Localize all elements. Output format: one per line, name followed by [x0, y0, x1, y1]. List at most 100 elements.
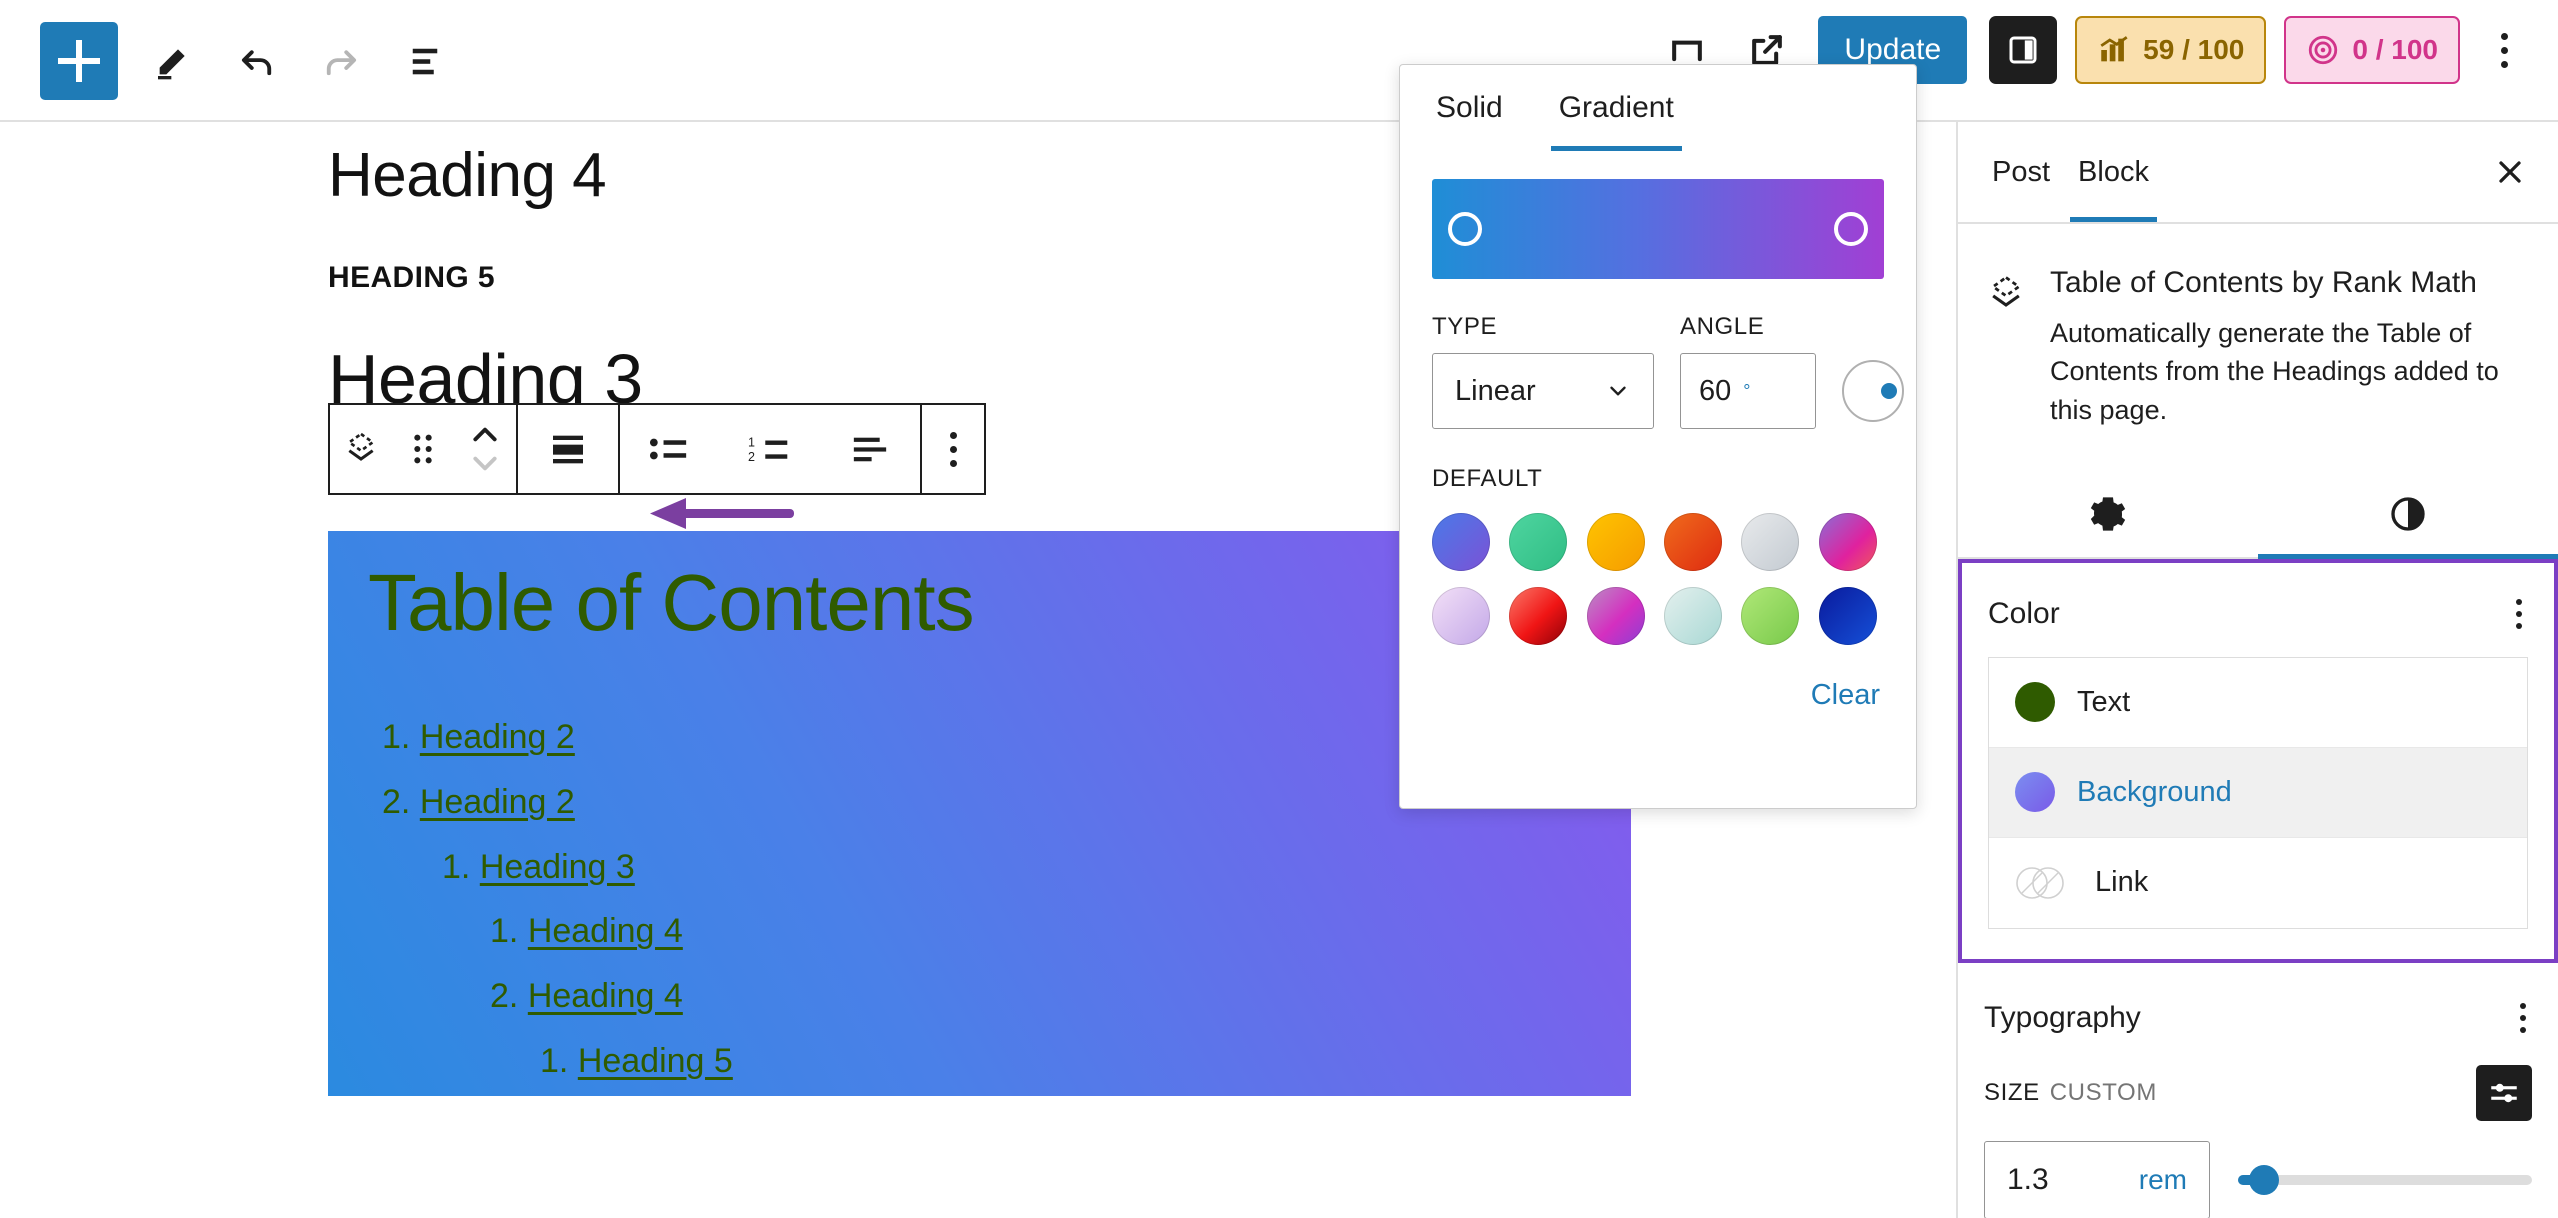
gradient-swatch[interactable] [1432, 513, 1490, 571]
gradient-swatch[interactable] [1664, 587, 1722, 645]
toc-item-link[interactable]: Heading 3 [480, 848, 635, 886]
toc-item-link[interactable]: Heading 4 [528, 977, 683, 1015]
typography-panel-options-icon[interactable] [2514, 997, 2532, 1039]
block-toolbar-group-primary [330, 405, 516, 493]
block-description: Automatically generate the Table of Cont… [2050, 314, 2522, 429]
edit-pencil-icon[interactable] [144, 32, 202, 90]
font-size-input[interactable]: 1.3 rem [1984, 1141, 2210, 1218]
list-item[interactable]: 1. Heading 3 [442, 847, 1591, 888]
gradient-type-select[interactable]: Linear [1432, 353, 1654, 429]
gradient-swatch[interactable] [1819, 513, 1877, 571]
clear-button[interactable]: Clear [1811, 679, 1880, 711]
tab-solid[interactable]: Solid [1436, 91, 1503, 151]
indent-icon[interactable] [820, 405, 920, 493]
tab-styles-contrast-icon[interactable] [2258, 471, 2558, 557]
bullet-list-icon[interactable] [620, 405, 720, 493]
tab-settings-gear-icon[interactable] [1958, 471, 2258, 557]
toc-item-number: 1. [442, 847, 470, 888]
close-icon[interactable] [2482, 144, 2538, 200]
degree-symbol: ° [1743, 381, 1750, 402]
link-color-swatch [2015, 863, 2073, 903]
type-label: TYPE [1432, 313, 1654, 341]
gradient-swatch[interactable] [1432, 587, 1490, 645]
gradient-swatch[interactable] [1741, 587, 1799, 645]
clear-gradient-row: Clear [1400, 679, 1880, 712]
block-info-text: Table of Contents by Rank Math Automatic… [2050, 266, 2522, 429]
list-item[interactable]: 1. Heading 4 [490, 911, 1591, 952]
size-mode-label: CUSTOM [2050, 1079, 2157, 1107]
list-item[interactable]: 1. Heading 5 [540, 1041, 1591, 1082]
tab-post[interactable]: Post [1978, 122, 2064, 222]
settings-sidebar: Post Block Table of Contents by Rank Mat… [1956, 122, 2558, 1218]
list-view-icon[interactable] [396, 32, 454, 90]
gradient-swatch[interactable] [1587, 587, 1645, 645]
gradient-stop-handle-end[interactable] [1834, 212, 1868, 246]
font-size-unit[interactable]: rem [2139, 1164, 2187, 1196]
angle-label: ANGLE [1680, 313, 1904, 341]
gradient-stop-handle-start[interactable] [1448, 212, 1482, 246]
tab-gradient[interactable]: Gradient [1559, 91, 1674, 151]
block-title: Table of Contents by Rank Math [2050, 266, 2522, 300]
list-item[interactable]: 2. Heading 4 [490, 976, 1591, 1017]
toc-item-number: 2. [382, 782, 410, 823]
move-updown-icon[interactable] [454, 405, 516, 493]
angle-dial-picker[interactable] [1842, 360, 1904, 422]
gradient-type-field: TYPE Linear [1432, 313, 1654, 429]
redo-icon[interactable] [312, 32, 370, 90]
more-options-icon[interactable] [922, 405, 984, 493]
gradient-type-value: Linear [1455, 375, 1536, 408]
gradient-swatch[interactable] [1819, 587, 1877, 645]
sidebar-icon-tabs [1958, 471, 2558, 559]
seo-score-badge[interactable]: 59 / 100 [2075, 16, 2266, 84]
chevron-down-icon [1605, 378, 1631, 404]
editor-top-bar: Update 59 / 100 [0, 0, 2558, 122]
ai-score-badge[interactable]: 0 / 100 [2284, 16, 2460, 84]
color-row-label: Background [2077, 776, 2232, 809]
color-panel-title: Color [1988, 597, 2060, 631]
toc-item-link[interactable]: Heading 5 [578, 1042, 733, 1080]
align-icon[interactable] [518, 405, 618, 493]
color-row-background[interactable]: Background [1989, 748, 2527, 838]
toc-item-link[interactable]: Heading 2 [420, 718, 575, 756]
add-block-button[interactable] [40, 22, 118, 100]
toc-item-number: 1. [540, 1041, 568, 1082]
annotation-arrow-icon [648, 492, 798, 539]
gradient-swatch[interactable] [1741, 513, 1799, 571]
gradient-preview-slider[interactable] [1432, 179, 1884, 279]
font-size-value: 1.3 [2007, 1163, 2049, 1197]
font-size-slider[interactable] [2238, 1175, 2532, 1185]
typography-panel-title: Typography [1984, 1001, 2141, 1035]
sliders-settings-icon[interactable] [2476, 1065, 2532, 1121]
color-panel-options-icon[interactable] [2510, 593, 2528, 635]
block-info: Table of Contents by Rank Math Automatic… [1958, 224, 2558, 429]
toc-item-link[interactable]: Heading 2 [420, 783, 575, 821]
size-label-row: SIZE CUSTOM [1984, 1065, 2532, 1121]
gradient-swatch[interactable] [1587, 513, 1645, 571]
ai-score-value: 0 / 100 [2352, 34, 2438, 66]
svg-text:1: 1 [748, 436, 755, 450]
gradient-swatch[interactable] [1509, 587, 1567, 645]
gradient-swatch[interactable] [1664, 513, 1722, 571]
undo-icon[interactable] [228, 32, 286, 90]
gradient-angle-input[interactable]: 60 ° [1680, 353, 1816, 429]
drag-handle-icon[interactable] [392, 405, 454, 493]
toc-item-link[interactable]: Heading 4 [528, 912, 683, 950]
block-toolbar: 1 2 [328, 403, 986, 495]
color-row-link[interactable]: Link [1989, 838, 2527, 928]
color-row-text[interactable]: Text [1989, 658, 2527, 748]
gradient-controls-row: TYPE Linear ANGLE 60 ° [1432, 313, 1884, 429]
numbered-list-icon[interactable]: 1 2 [720, 405, 820, 493]
tab-block[interactable]: Block [2064, 122, 2163, 222]
sidebar-panel-icon[interactable] [1989, 16, 2057, 84]
kebab-menu-icon[interactable] [2478, 16, 2530, 84]
toc-item-number: 1. [490, 911, 518, 952]
slider-knob[interactable] [2249, 1165, 2279, 1195]
default-swatches-label: DEFAULT [1432, 465, 1884, 493]
text-color-swatch [2015, 682, 2055, 722]
gradient-color-popover: Solid Gradient TYPE Linear ANGLE [1399, 64, 1917, 809]
block-type-toc-icon[interactable] [330, 405, 392, 493]
gradient-swatch[interactable] [1509, 513, 1567, 571]
seo-chart-icon [2097, 33, 2131, 67]
size-control-row: 1.3 rem [1984, 1141, 2532, 1218]
block-toolbar-group-list: 1 2 [618, 403, 922, 495]
